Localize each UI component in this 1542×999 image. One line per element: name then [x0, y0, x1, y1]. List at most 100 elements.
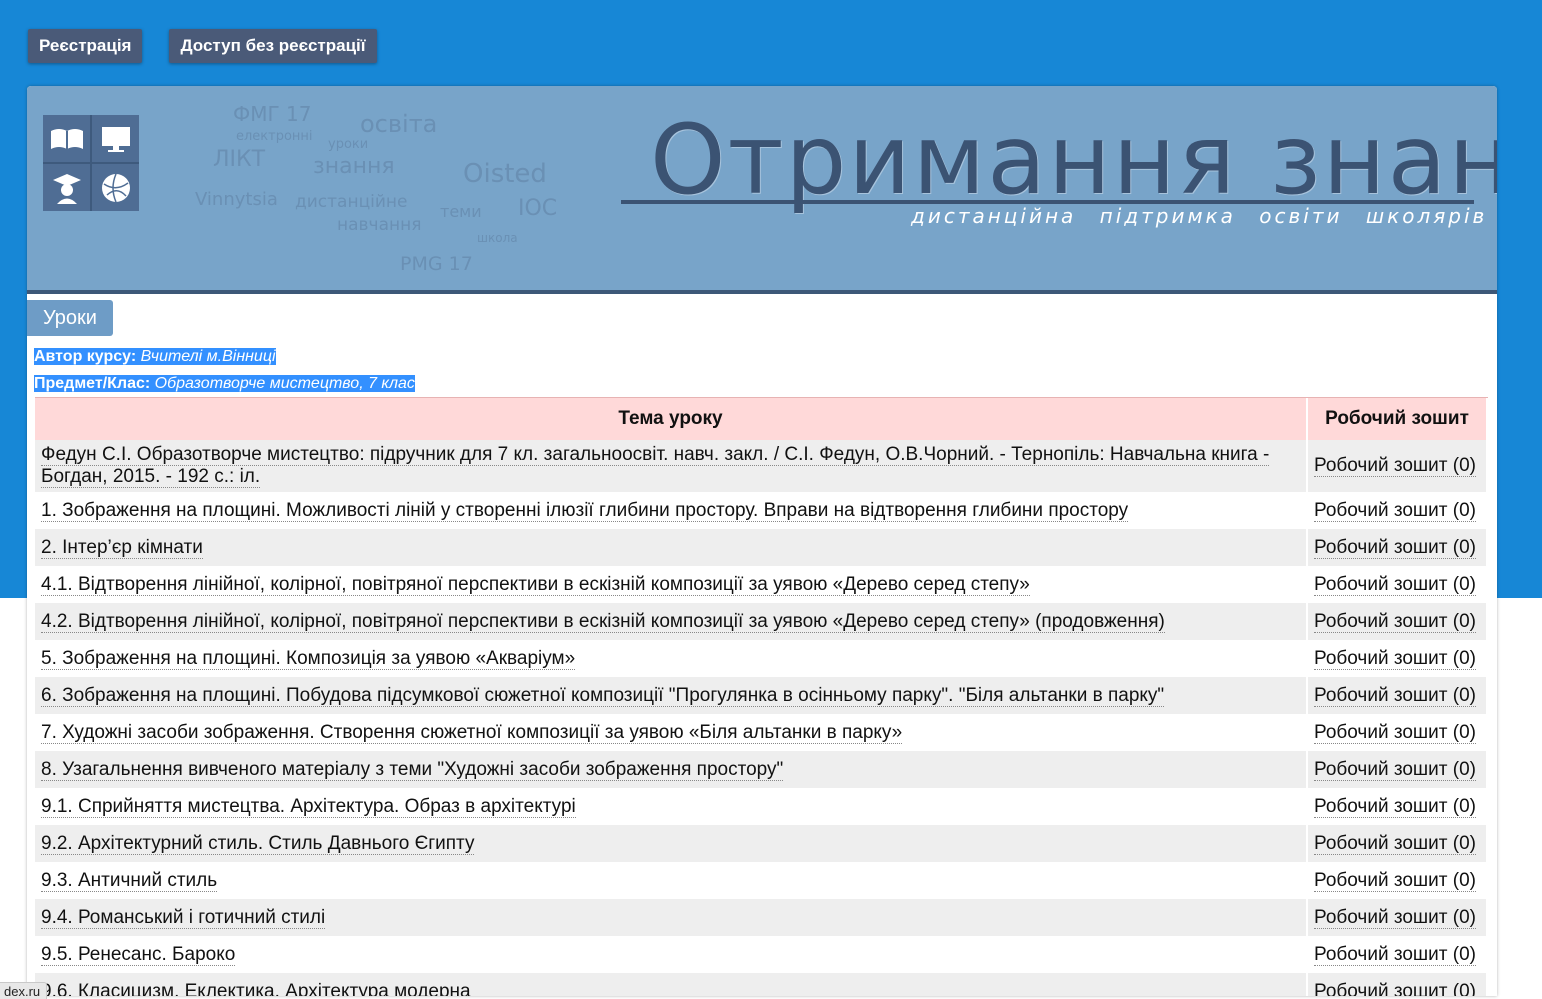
lesson-topic-link[interactable]: 9.6. Класицизм. Еклектика. Архітектура м… — [41, 980, 471, 996]
workbook-link[interactable]: Робочий зошит (0) — [1314, 573, 1476, 596]
workbook-cell: Робочий зошит (0) — [1308, 492, 1488, 529]
workbook-link[interactable]: Робочий зошит (0) — [1314, 906, 1476, 929]
workbook-link[interactable]: Робочий зошит (0) — [1314, 869, 1476, 892]
lesson-topic-link[interactable]: 6. Зображення на площині. Побудова підсу… — [41, 684, 1165, 707]
workbook-link[interactable]: Робочий зошит (0) — [1314, 455, 1476, 477]
tab-lessons[interactable]: Уроки — [27, 300, 113, 336]
table-row: Федун С.І. Образотворче мистецтво: підру… — [35, 440, 1488, 492]
workbook-cell: Робочий зошит (0) — [1308, 825, 1488, 862]
workbook-cell: Робочий зошит (0) — [1308, 751, 1488, 788]
table-row: 9.3. Античний стиль Робочий зошит (0) — [35, 862, 1488, 899]
guest-access-button[interactable]: Доступ без реєстрації — [169, 29, 377, 63]
workbook-cell: Робочий зошит (0) — [1308, 529, 1488, 566]
workbook-cell: Робочий зошит (0) — [1308, 566, 1488, 603]
workbook-link[interactable]: Робочий зошит (0) — [1314, 536, 1476, 559]
workbook-link[interactable]: Робочий зошит (0) — [1314, 943, 1476, 966]
lesson-topic-cell: 6. Зображення на площині. Побудова підсу… — [35, 677, 1308, 714]
course-author: Автор курсу: Вчителі м.Вінниці — [34, 348, 276, 366]
lesson-topic-link[interactable]: 9.3. Античний стиль — [41, 869, 218, 892]
top-buttons: Реєстрація Доступ без реєстрації — [28, 29, 377, 63]
lesson-topic-link[interactable]: 1. Зображення на площині. Можливості лін… — [41, 499, 1129, 522]
book-icon — [43, 115, 90, 162]
lesson-topic-link[interactable]: 9.5. Ренесанс. Бароко — [41, 943, 236, 966]
workbook-cell: Робочий зошит (0) — [1308, 788, 1488, 825]
workbook-cell: Робочий зошит (0) — [1308, 677, 1488, 714]
workbook-link[interactable]: Робочий зошит (0) — [1314, 758, 1476, 781]
site-banner: ФМГ 17 електронні уроки освіта ЛІКТ знан… — [27, 86, 1497, 294]
lesson-topic-link[interactable]: 7. Художні засоби зображення. Створення … — [41, 721, 903, 744]
lesson-topic-link[interactable]: 4.1. Відтворення лінійної, колірної, пов… — [41, 573, 1030, 596]
main-panel: ФМГ 17 електронні уроки освіта ЛІКТ знан… — [27, 86, 1497, 996]
lesson-topic-cell: 1. Зображення на площині. Можливості лін… — [35, 492, 1308, 529]
workbook-link[interactable]: Робочий зошит (0) — [1314, 499, 1476, 522]
lesson-topic-cell: 9.6. Класицизм. Еклектика. Архітектура м… — [35, 973, 1308, 996]
tag-cloud-word: школа — [477, 231, 518, 245]
workbook-cell: Робочий зошит (0) — [1308, 936, 1488, 973]
course-subject: Предмет/Клас: Образотворче мистецтво, 7 … — [34, 375, 415, 393]
tag-cloud-word: уроки — [328, 137, 369, 152]
workbook-link[interactable]: Робочий зошит (0) — [1314, 980, 1476, 996]
tag-cloud-word: навчання — [337, 215, 422, 235]
workbook-cell: Робочий зошит (0) — [1308, 973, 1488, 996]
table-row: 9.4. Романський і готичний стилі Робочий … — [35, 899, 1488, 936]
monitor-icon — [92, 115, 139, 162]
course-subject-value: Образотворче мистецтво, 7 клас — [154, 375, 415, 392]
lesson-topic-link[interactable]: 9.1. Сприйняття мистецтва. Архітектура. … — [41, 795, 576, 818]
table-row: 9.6. Класицизм. Еклектика. Архітектура м… — [35, 973, 1488, 996]
lesson-topic-link[interactable]: Федун С.І. Образотворче мистецтво: підру… — [41, 444, 1270, 488]
table-row: 1. Зображення на площині. Можливості лін… — [35, 492, 1488, 529]
tag-cloud-word: електронні — [236, 129, 313, 144]
lesson-topic-link[interactable]: 9.2. Архітектурний стиль. Стиль Давнього… — [41, 832, 475, 855]
workbook-link[interactable]: Робочий зошит (0) — [1314, 795, 1476, 818]
lessons-table-body: Федун С.І. Образотворче мистецтво: підру… — [35, 440, 1488, 996]
lesson-topic-cell: 9.3. Античний стиль — [35, 862, 1308, 899]
lesson-topic-cell: 9.2. Архітектурний стиль. Стиль Давнього… — [35, 825, 1308, 862]
workbook-cell: Робочий зошит (0) — [1308, 603, 1488, 640]
tag-cloud-word: освіта — [360, 110, 438, 138]
tag-cloud-word: дистанційне — [295, 192, 408, 212]
table-row: 8. Узагальнення вивченого матеріалу з те… — [35, 751, 1488, 788]
tag-cloud-word: IOC — [518, 196, 558, 221]
workbook-link[interactable]: Робочий зошит (0) — [1314, 684, 1476, 707]
table-row: 9.2. Архітектурний стиль. Стиль Давнього… — [35, 825, 1488, 862]
workbook-cell: Робочий зошит (0) — [1308, 862, 1488, 899]
tag-cloud-word: ЛІКТ — [213, 147, 266, 172]
lesson-topic-cell: 8. Узагальнення вивченого матеріалу з те… — [35, 751, 1308, 788]
lesson-topic-cell: 4.2. Відтворення лінійної, колірної, пов… — [35, 603, 1308, 640]
lesson-topic-cell: 9.4. Романський і готичний стилі — [35, 899, 1308, 936]
status-bar-url: dex.ru — [0, 982, 48, 999]
lesson-topic-cell: 7. Художні засоби зображення. Створення … — [35, 714, 1308, 751]
lesson-topic-link[interactable]: 5. Зображення на площині. Композиція за … — [41, 647, 576, 670]
workbook-cell: Робочий зошит (0) — [1308, 899, 1488, 936]
student-icon — [43, 164, 90, 211]
tag-cloud-word: ФМГ 17 — [233, 102, 312, 126]
site-logo[interactable] — [43, 115, 139, 211]
workbook-cell: Робочий зошит (0) — [1308, 714, 1488, 751]
register-button[interactable]: Реєстрація — [28, 29, 143, 63]
course-author-value: Вчителі м.Вінниці — [140, 348, 276, 365]
table-row: 9.5. Ренесанс. Бароко Робочий зошит (0) — [35, 936, 1488, 973]
lesson-topic-cell: Федун С.І. Образотворче мистецтво: підру… — [35, 440, 1308, 492]
lesson-topic-link[interactable]: 8. Узагальнення вивченого матеріалу з те… — [41, 758, 784, 781]
table-row: 5. Зображення на площині. Композиція за … — [35, 640, 1488, 677]
workbook-link[interactable]: Робочий зошит (0) — [1314, 721, 1476, 744]
tag-cloud-word: PMG 17 — [400, 253, 473, 275]
lesson-topic-link[interactable]: 4.2. Відтворення лінійної, колірної, пов… — [41, 610, 1165, 633]
table-row: 9.1. Сприйняття мистецтва. Архітектура. … — [35, 788, 1488, 825]
tag-cloud-word: теми — [440, 202, 482, 221]
workbook-link[interactable]: Робочий зошит (0) — [1314, 647, 1476, 670]
globe-icon — [92, 164, 139, 211]
table-row: 2. Інтер’єр кімнати Робочий зошит (0) — [35, 529, 1488, 566]
workbook-link[interactable]: Робочий зошит (0) — [1314, 832, 1476, 855]
lesson-topic-link[interactable]: 2. Інтер’єр кімнати — [41, 536, 203, 559]
course-author-label: Автор курсу: — [34, 348, 137, 365]
lesson-topic-link[interactable]: 9.4. Романський і готичний стилі — [41, 906, 326, 929]
course-subject-label: Предмет/Клас: — [34, 375, 151, 392]
lessons-table: Тема уроку Робочий зошит Федун С.І. Обра… — [35, 397, 1488, 996]
tag-cloud-word: знання — [313, 154, 395, 179]
column-header-workbook: Робочий зошит — [1308, 398, 1488, 440]
workbook-link[interactable]: Робочий зошит (0) — [1314, 610, 1476, 633]
table-row: 4.2. Відтворення лінійної, колірної, пов… — [35, 603, 1488, 640]
lesson-topic-cell: 9.5. Ренесанс. Бароко — [35, 936, 1308, 973]
workbook-cell: Робочий зошит (0) — [1308, 640, 1488, 677]
